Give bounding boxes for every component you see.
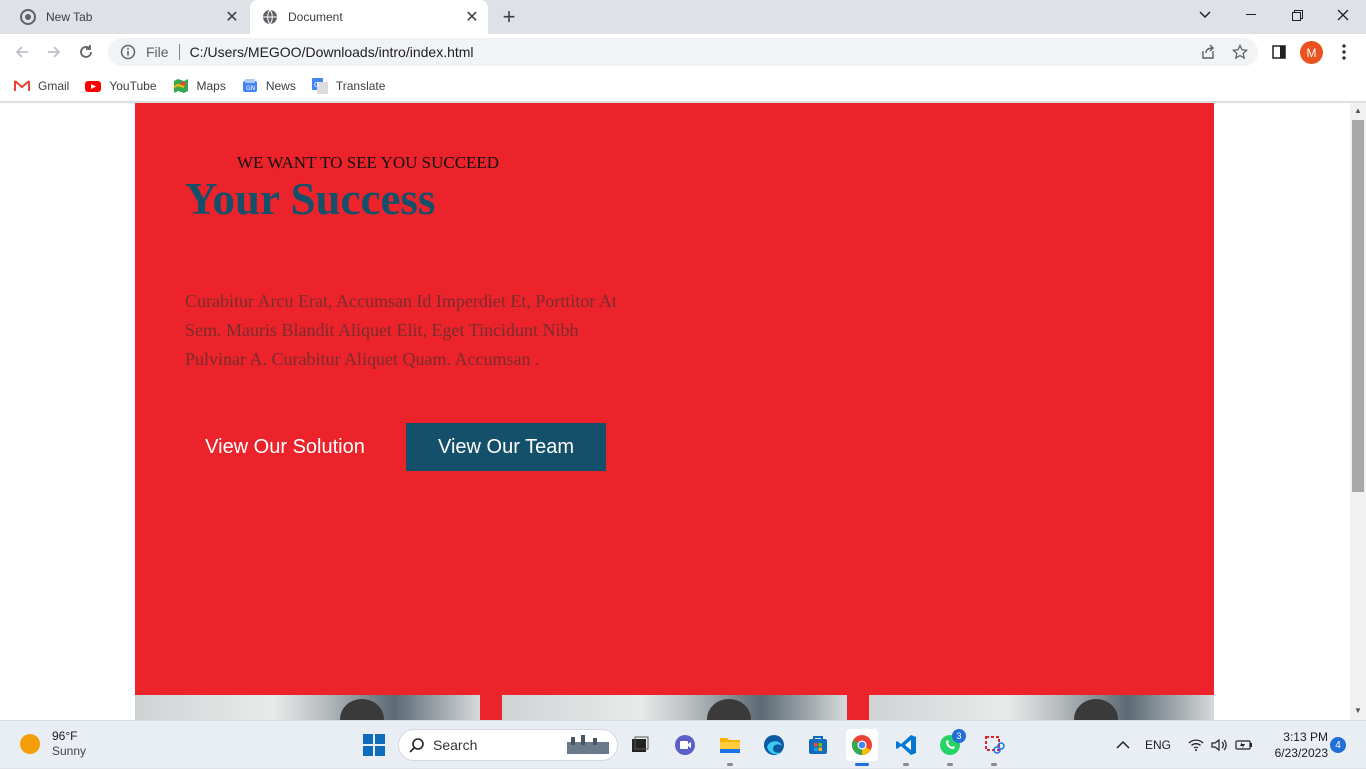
new-tab-button[interactable]: + (497, 4, 521, 29)
edge-icon[interactable] (758, 729, 790, 761)
bookmark-star-icon[interactable] (1226, 38, 1254, 66)
weather-widget[interactable]: 96°F Sunny (20, 729, 86, 759)
close-tab-icon[interactable]: ✕ (462, 7, 482, 27)
browser-toolbar: File C:/Users/MEGOO/Downloads/intro/inde… (0, 34, 1366, 70)
globe-icon (263, 9, 277, 25)
whatsapp-badge: 3 (952, 729, 966, 743)
svg-text:G: G (314, 81, 319, 89)
reload-icon[interactable] (72, 38, 100, 66)
weather-temp: 96°F (52, 729, 78, 743)
task-view-icon[interactable] (624, 729, 656, 761)
hero-section: WE WANT TO SEE YOU SUCCEED Your Success … (135, 103, 1214, 720)
hero-paragraph: Curabitur Arcu Erat, Accumsan Id Imperdi… (185, 291, 617, 369)
tab-search-chevron-icon[interactable] (1182, 0, 1228, 30)
team-photo (135, 695, 480, 720)
share-icon[interactable] (1194, 38, 1222, 66)
clock-date: 6/23/2023 (1274, 746, 1328, 760)
tab-new-tab[interactable]: New Tab ✕ (8, 0, 248, 34)
tab-title: New Tab (46, 10, 93, 24)
running-indicator (947, 763, 953, 766)
kebab-menu-icon[interactable] (1330, 38, 1358, 66)
bookmark-label: Translate (335, 78, 386, 93)
close-tab-icon[interactable]: ✕ (222, 7, 242, 27)
view-solution-button[interactable]: View Our Solution (185, 423, 385, 471)
system-clock[interactable]: 3:13 PM 6/23/2023 (1262, 729, 1328, 761)
news-icon: GN (242, 78, 257, 92)
svg-text:GN: GN (246, 85, 255, 92)
windows-start-icon[interactable] (358, 729, 390, 761)
bookmark-label: YouTube (109, 78, 157, 93)
back-arrow-icon[interactable] (8, 38, 36, 66)
running-indicator (727, 763, 733, 766)
view-team-button[interactable]: View Our Team (406, 423, 606, 471)
close-window-icon[interactable] (1320, 0, 1366, 30)
running-indicator (903, 763, 909, 766)
scrollbar-thumb[interactable] (1352, 120, 1364, 492)
bookmark-label: Maps (196, 78, 226, 93)
translate-icon: G (311, 77, 328, 94)
team-photo (869, 695, 1214, 720)
search-icon (409, 738, 424, 753)
windows-taskbar: 96°F Sunny Search 3 ENG 3:13 PM 6/23/202… (0, 720, 1366, 768)
running-indicator (991, 763, 997, 766)
maps-icon (173, 78, 188, 93)
hero-headline: Your Success (185, 174, 436, 224)
bookmark-gmail[interactable]: Gmail (14, 78, 69, 94)
vscode-icon[interactable] (890, 729, 922, 761)
forward-arrow-icon[interactable] (40, 38, 68, 66)
volume-icon[interactable] (1211, 721, 1229, 769)
search-highlight-icon (567, 735, 609, 754)
battery-icon[interactable] (1235, 721, 1253, 769)
team-photo (502, 695, 847, 720)
url-text[interactable]: C:/Users/MEGOO/Downloads/intro/index.htm… (190, 44, 474, 60)
language-indicator[interactable]: ENG (1145, 721, 1171, 769)
gmail-icon (14, 79, 30, 91)
tab-title: Document (288, 10, 343, 24)
bookmark-news[interactable]: GN News (242, 78, 296, 94)
show-hidden-icons-icon[interactable] (1116, 721, 1130, 769)
tab-strip: New Tab ✕ Document ✕ + (0, 0, 1366, 34)
notification-badge[interactable]: 4 (1330, 737, 1346, 753)
scroll-up-icon[interactable]: ▲ (1353, 106, 1363, 116)
scroll-down-icon[interactable]: ▼ (1353, 706, 1363, 716)
bookmark-youtube[interactable]: YouTube (85, 78, 157, 94)
tab-document[interactable]: Document ✕ (250, 0, 488, 34)
minimize-icon[interactable] (1228, 0, 1274, 30)
chrome-icon (20, 9, 36, 25)
teams-chat-icon[interactable] (669, 729, 701, 761)
address-divider (178, 44, 180, 60)
profile-avatar[interactable]: M (1300, 41, 1323, 64)
page-scrollbar[interactable]: ▲ ▼ (1350, 103, 1366, 720)
running-indicator-active (855, 763, 869, 766)
address-bar[interactable]: File C:/Users/MEGOO/Downloads/intro/inde… (108, 38, 1258, 66)
info-icon[interactable] (120, 44, 136, 60)
youtube-icon (85, 80, 102, 92)
bookmark-label: News (265, 78, 296, 93)
bookmarks-bar: Gmail YouTube Maps GN News G Translate (0, 70, 1366, 102)
file-explorer-icon[interactable] (714, 729, 746, 761)
bookmark-translate[interactable]: G Translate (311, 77, 386, 94)
scheme-label: File (146, 44, 169, 60)
hero-eyebrow: WE WANT TO SEE YOU SUCCEED (237, 153, 500, 172)
wifi-icon[interactable] (1188, 721, 1204, 769)
side-panel-icon[interactable] (1265, 38, 1293, 66)
snipping-tool-icon[interactable] (978, 729, 1010, 761)
restore-icon[interactable] (1274, 0, 1320, 30)
search-label: Search (433, 737, 478, 753)
bookmark-label: Gmail (38, 78, 70, 93)
sun-icon (20, 734, 40, 754)
microsoft-store-icon[interactable] (802, 729, 834, 761)
clock-time: 3:13 PM (1283, 730, 1328, 744)
weather-condition: Sunny (52, 744, 87, 758)
bookmark-maps[interactable]: Maps (173, 78, 226, 94)
page-viewport: WE WANT TO SEE YOU SUCCEED Your Success … (0, 103, 1350, 720)
taskbar-search[interactable]: Search (398, 729, 618, 761)
chrome-taskbar-icon[interactable] (846, 729, 878, 761)
team-photo-strip (135, 695, 1214, 720)
